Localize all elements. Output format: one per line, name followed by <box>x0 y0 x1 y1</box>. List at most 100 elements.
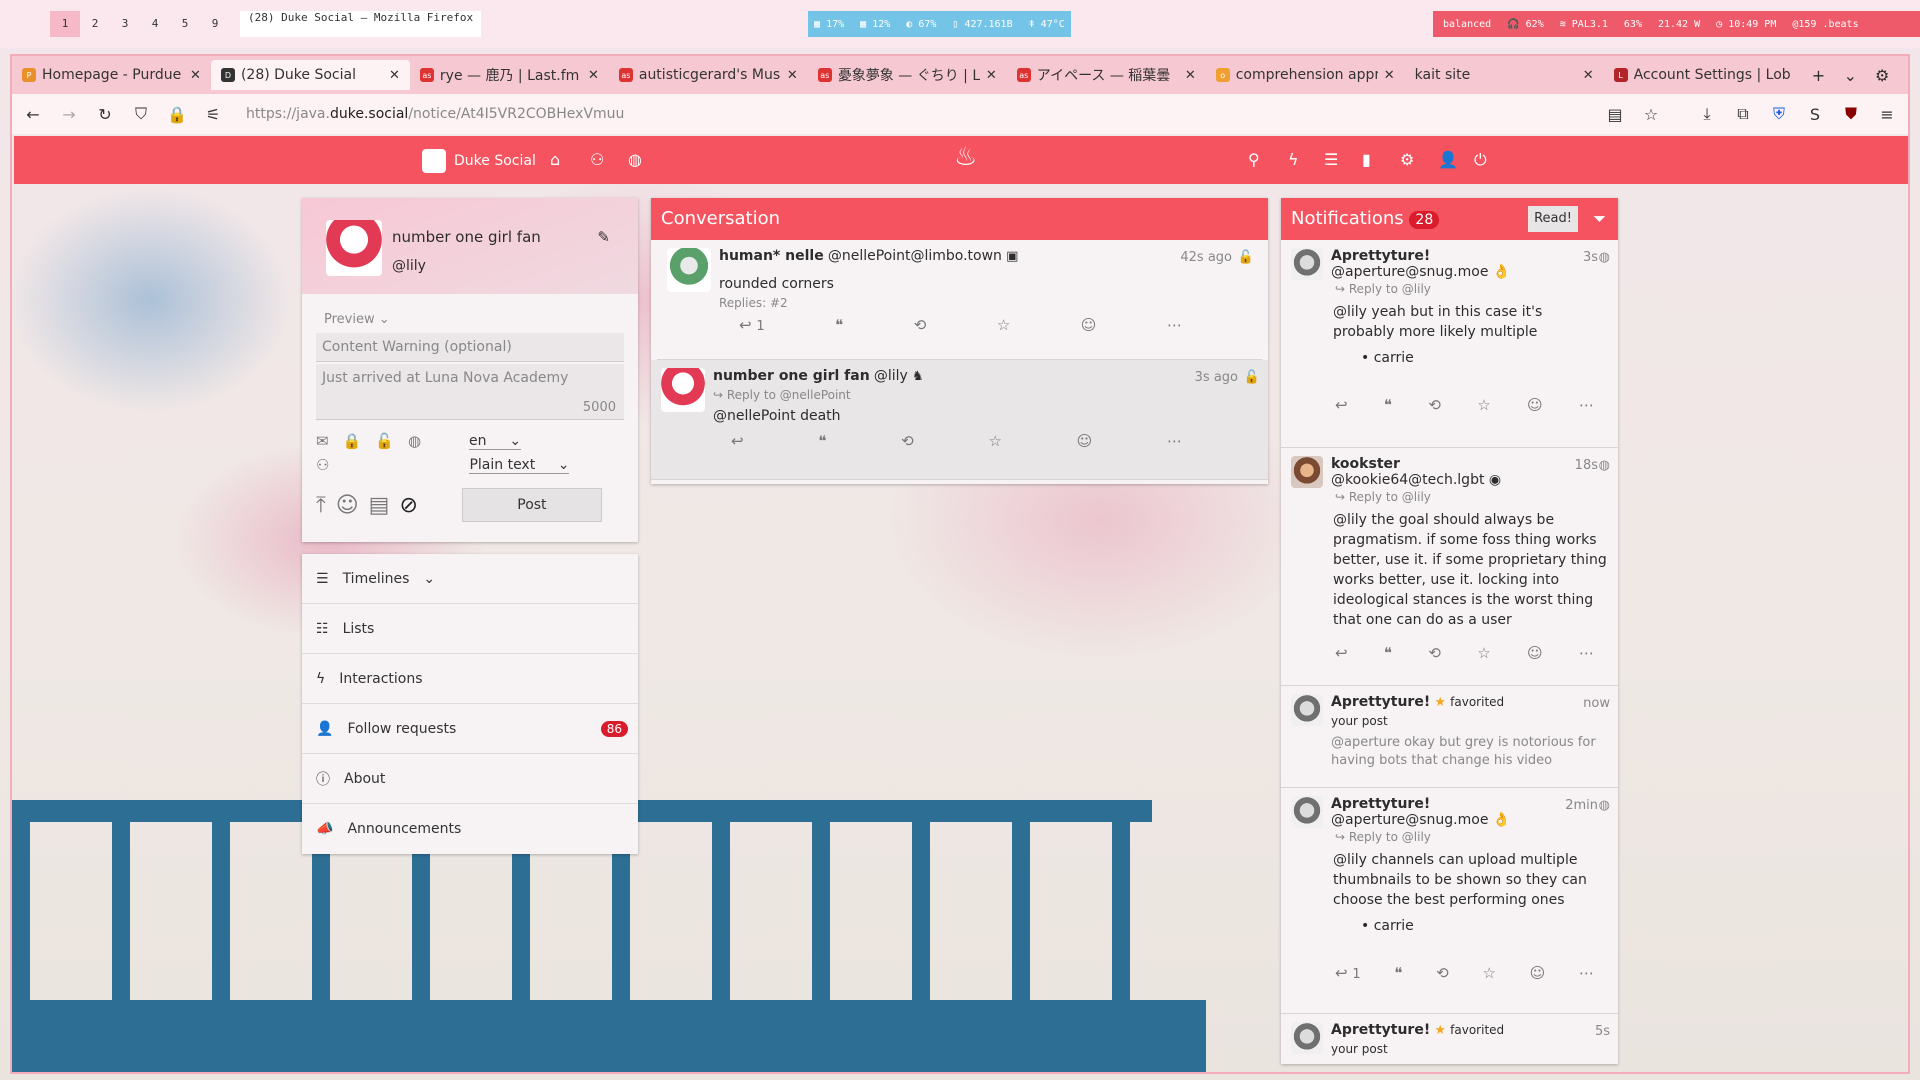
bookmark-star-icon[interactable]: ☆ <box>1640 105 1662 124</box>
menu-lists[interactable]: ☷ Lists <box>302 604 638 654</box>
menu-icon[interactable]: ≡ <box>1876 105 1898 124</box>
tab-duke-social[interactable]: D (28) Duke Social ✕ <box>210 60 410 90</box>
repeat-icon[interactable]: ⟲ <box>1436 964 1449 982</box>
more-icon[interactable]: ⋯ <box>1579 964 1594 982</box>
public-globe-icon[interactable]: ◍ <box>408 432 421 450</box>
search-icon[interactable]: ⚲ <box>1248 150 1260 169</box>
status-textarea[interactable]: Just arrived at Luna Nova Academy 5000 <box>316 364 624 420</box>
bitwarden-icon[interactable]: ⛨ <box>1768 104 1790 124</box>
aperture-avatar[interactable] <box>1291 694 1323 726</box>
lock-icon[interactable]: 🔒 <box>166 105 188 124</box>
lists-icon[interactable]: ☰ <box>1324 150 1338 169</box>
workspace-2[interactable]: 2 <box>80 11 110 37</box>
nelle-avatar[interactable] <box>667 248 711 292</box>
upload-media-icon[interactable]: ⤒ <box>316 493 326 518</box>
local-people-icon[interactable]: ⚇ <box>316 456 329 474</box>
emoji-icon[interactable]: ☺ <box>336 493 359 518</box>
tab-purdue[interactable]: P Homepage - Purdue V ✕ <box>12 60 211 90</box>
content-warning-field[interactable]: Content Warning (optional) <box>316 333 624 362</box>
reply-icon[interactable]: ↩ <box>1335 396 1348 414</box>
aperture-avatar[interactable] <box>1291 1022 1323 1054</box>
forward-icon[interactable]: → <box>58 105 80 124</box>
menu-about[interactable]: ⓘ About <box>302 754 638 804</box>
aperture-avatar[interactable] <box>1291 248 1323 280</box>
close-icon[interactable]: ✕ <box>1583 68 1594 83</box>
notification-item-2[interactable]: kookster @kookie64@tech.lgbt ◉ 18s ◍ ↪ Rep… <box>1281 448 1618 686</box>
notification-favorite-1[interactable]: Aprettyture! ★ favorited your post @aper… <box>1281 686 1618 788</box>
replies-link[interactable]: Replies: #2 <box>719 296 1018 310</box>
workspace-3[interactable]: 3 <box>110 11 140 37</box>
sensitive-eye-slash-icon[interactable]: ⊘ <box>399 493 417 518</box>
user-avatar[interactable] <box>326 220 382 276</box>
format-select[interactable]: Plain text ⌄ <box>469 457 570 474</box>
repeat-icon[interactable]: ⟲ <box>1428 644 1441 662</box>
private-lock-icon[interactable]: 🔒 <box>343 432 362 450</box>
preview-toggle[interactable]: Preview ⌄ <box>316 312 624 327</box>
poll-icon[interactable]: ▤ <box>369 493 390 518</box>
notification-favorite-2[interactable]: Aprettyture! ★ favorited your post 5s <box>1281 1014 1618 1064</box>
tab-comprehension[interactable]: o comprehension appre ✕ <box>1206 60 1405 90</box>
workspace-4[interactable]: 4 <box>140 11 170 37</box>
tab-kait-site[interactable]: kait site ✕ <box>1405 60 1604 90</box>
stylus-icon[interactable]: S <box>1804 105 1826 124</box>
close-icon[interactable]: ✕ <box>1384 68 1395 83</box>
language-select[interactable]: en ⌄ <box>469 433 522 450</box>
reply-to-label[interactable]: ↪ Reply to @nellePoint <box>713 388 924 402</box>
mark-read-button[interactable]: Read! <box>1528 206 1578 232</box>
conversation-post-1[interactable]: human* nelle @nellePoint@limbo.town ▣ ro… <box>657 240 1262 360</box>
workspace-9[interactable]: 9 <box>200 11 230 37</box>
interactions-bolt-icon[interactable]: ϟ <box>1288 150 1299 169</box>
settings-gear-icon[interactable]: ⚙ <box>1400 150 1414 169</box>
favorite-star-icon[interactable]: ☆ <box>988 432 1001 450</box>
unlisted-unlock-icon[interactable]: 🔓 <box>375 432 394 450</box>
tab-lastfm-guchiry[interactable]: as 憂象夢象 — ぐちり | L ✕ <box>808 60 1007 90</box>
close-icon[interactable]: ✕ <box>1185 68 1196 83</box>
notification-item-1[interactable]: Aprettyture! @aperture@snug.moe 👌 3s ◍ ↪ R… <box>1281 240 1618 448</box>
menu-follow-requests[interactable]: 👤 Follow requests 86 <box>302 704 638 754</box>
reload-icon[interactable]: ↻ <box>94 105 116 124</box>
ublock-icon[interactable]: ⛊ <box>1840 104 1862 124</box>
workspace-1[interactable]: 1 <box>50 11 80 37</box>
notification-item-3[interactable]: Aprettyture! @aperture@snug.moe 👌 2min ◍ ↪… <box>1281 788 1618 1014</box>
react-emoji-icon[interactable]: ☺ <box>1077 432 1093 450</box>
lily-avatar[interactable] <box>661 368 705 412</box>
reply-icon[interactable]: ↩ 1 <box>739 316 765 334</box>
quote-icon[interactable]: ❝ <box>818 432 826 450</box>
tab-lastfm-inaba[interactable]: as アイペース — 稲葉曇 ✕ <box>1007 60 1206 90</box>
close-icon[interactable]: ✕ <box>190 68 201 83</box>
workspace-5[interactable]: 5 <box>170 11 200 37</box>
more-icon[interactable]: ⋯ <box>1167 432 1182 450</box>
tab-lastfm-gerard[interactable]: as autisticgerard's Music ✕ <box>609 60 808 90</box>
menu-announcements[interactable]: 📣 Announcements <box>302 804 638 854</box>
new-tab-icon[interactable]: + <box>1803 66 1835 85</box>
close-icon[interactable]: ✕ <box>588 68 599 83</box>
federated-globe-icon[interactable]: ◍ <box>628 150 642 169</box>
reply-icon[interactable]: ↩ 1 <box>1335 964 1361 982</box>
extension-gear-icon[interactable]: ⚙ <box>1866 66 1898 85</box>
favorite-star-icon[interactable]: ☆ <box>1477 644 1490 662</box>
quote-icon[interactable]: ❝ <box>1384 396 1392 414</box>
post-button[interactable]: Post <box>461 488 602 522</box>
react-emoji-icon[interactable]: ☺ <box>1081 316 1097 334</box>
reply-icon[interactable]: ↩ <box>1335 644 1348 662</box>
favorite-star-icon[interactable]: ☆ <box>1482 964 1495 982</box>
quote-icon[interactable]: ❝ <box>835 316 843 334</box>
logout-icon[interactable]: ⏻ <box>1474 150 1487 170</box>
close-icon[interactable]: ✕ <box>389 68 400 83</box>
conversation-post-2[interactable]: number one girl fan @lily ♞ ↪ Reply to @… <box>651 360 1268 480</box>
favorite-star-icon[interactable]: ☆ <box>997 316 1010 334</box>
bookmarks-icon[interactable]: ▮ <box>1362 150 1371 169</box>
public-timeline-icon[interactable]: ⚇ <box>590 150 604 169</box>
user-handle[interactable]: @lily <box>392 258 426 274</box>
quote-icon[interactable]: ❝ <box>1394 964 1402 982</box>
react-emoji-icon[interactable]: ☺ <box>1527 396 1543 414</box>
menu-timelines[interactable]: ☰ Timelines ⌄ <box>302 554 638 604</box>
tab-lastfm-rye[interactable]: as rye — 鹿乃 | Last.fm ✕ <box>410 60 609 90</box>
edit-profile-icon[interactable]: ✎ <box>597 228 610 246</box>
url-bar[interactable]: https://java.duke.social/notice/At4I5VR2… <box>238 106 1590 122</box>
more-icon[interactable]: ⋯ <box>1167 316 1182 334</box>
more-icon[interactable]: ⋯ <box>1579 396 1594 414</box>
direct-message-icon[interactable]: ✉ <box>316 432 329 450</box>
permissions-icon[interactable]: ⚟ <box>202 105 224 124</box>
java-logo-icon[interactable]: ♨ <box>954 142 977 172</box>
